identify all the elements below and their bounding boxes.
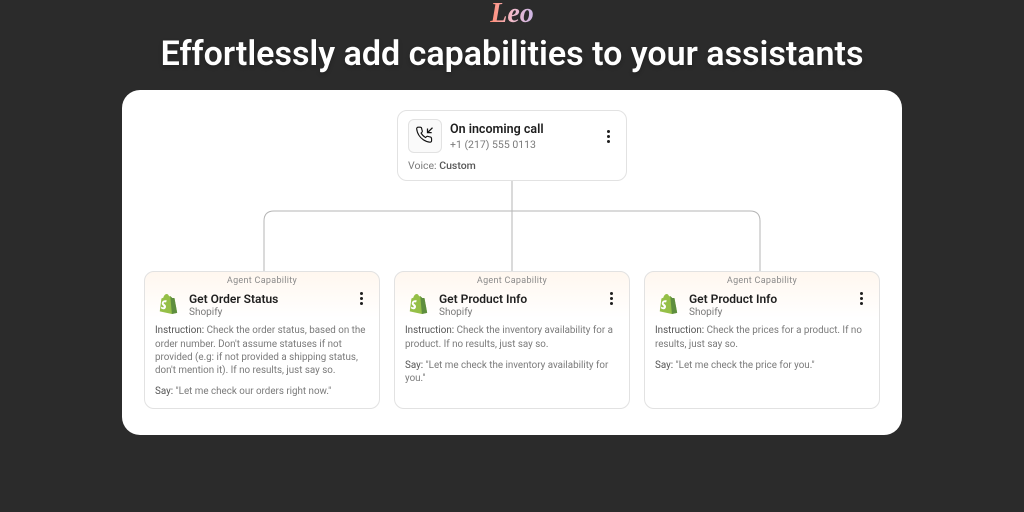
shopify-icon (155, 292, 181, 318)
capability-card-2[interactable]: Agent Capability Get Product Info Shopif… (644, 271, 880, 409)
brand-logo: Leo (490, 0, 534, 28)
capability-badge: Agent Capability (395, 272, 629, 288)
root-voice-value: Custom (439, 159, 476, 172)
capability-title: Get Order Status (189, 292, 345, 306)
say-text: "Let me check our orders right now." (176, 386, 332, 397)
shopify-icon (405, 292, 431, 318)
capability-row: Agent Capability Get Order Status Shopif… (144, 271, 880, 409)
capability-title: Get Product Info (689, 292, 845, 306)
root-voice-label: Voice: (408, 159, 437, 172)
instruction-label: Instruction: (405, 325, 454, 336)
capability-more-button[interactable] (603, 292, 619, 305)
say-label: Say: (405, 360, 423, 371)
capability-title: Get Product Info (439, 292, 595, 306)
say-text: "Let me check the price for you." (676, 360, 815, 371)
flow-connectors (144, 181, 880, 271)
shopify-icon (655, 292, 681, 318)
capability-provider: Shopify (189, 307, 345, 318)
capability-card-0[interactable]: Agent Capability Get Order Status Shopif… (144, 271, 380, 409)
root-phone-number: +1 (217) 555 0113 (450, 138, 592, 151)
capability-more-button[interactable] (353, 292, 369, 305)
flow-canvas: On incoming call +1 (217) 555 0113 Voice… (122, 90, 902, 435)
instruction-label: Instruction: (655, 325, 704, 336)
say-label: Say: (655, 360, 673, 371)
capability-badge: Agent Capability (145, 272, 379, 288)
page-title: Effortlessly add capabilities to your as… (161, 34, 864, 74)
capability-badge: Agent Capability (645, 272, 879, 288)
say-text: "Let me check the inventory availability… (405, 360, 608, 384)
phone-incoming-icon (408, 119, 442, 153)
flow-root-node[interactable]: On incoming call +1 (217) 555 0113 Voice… (397, 110, 627, 181)
root-voice-row: Voice: Custom (408, 159, 616, 172)
capability-card-1[interactable]: Agent Capability Get Product Info Shopif… (394, 271, 630, 409)
say-label: Say: (155, 386, 173, 397)
root-title: On incoming call (450, 122, 592, 137)
capability-provider: Shopify (439, 307, 595, 318)
root-more-button[interactable] (600, 130, 616, 143)
capability-provider: Shopify (689, 307, 845, 318)
capability-more-button[interactable] (853, 292, 869, 305)
instruction-label: Instruction: (155, 325, 204, 336)
